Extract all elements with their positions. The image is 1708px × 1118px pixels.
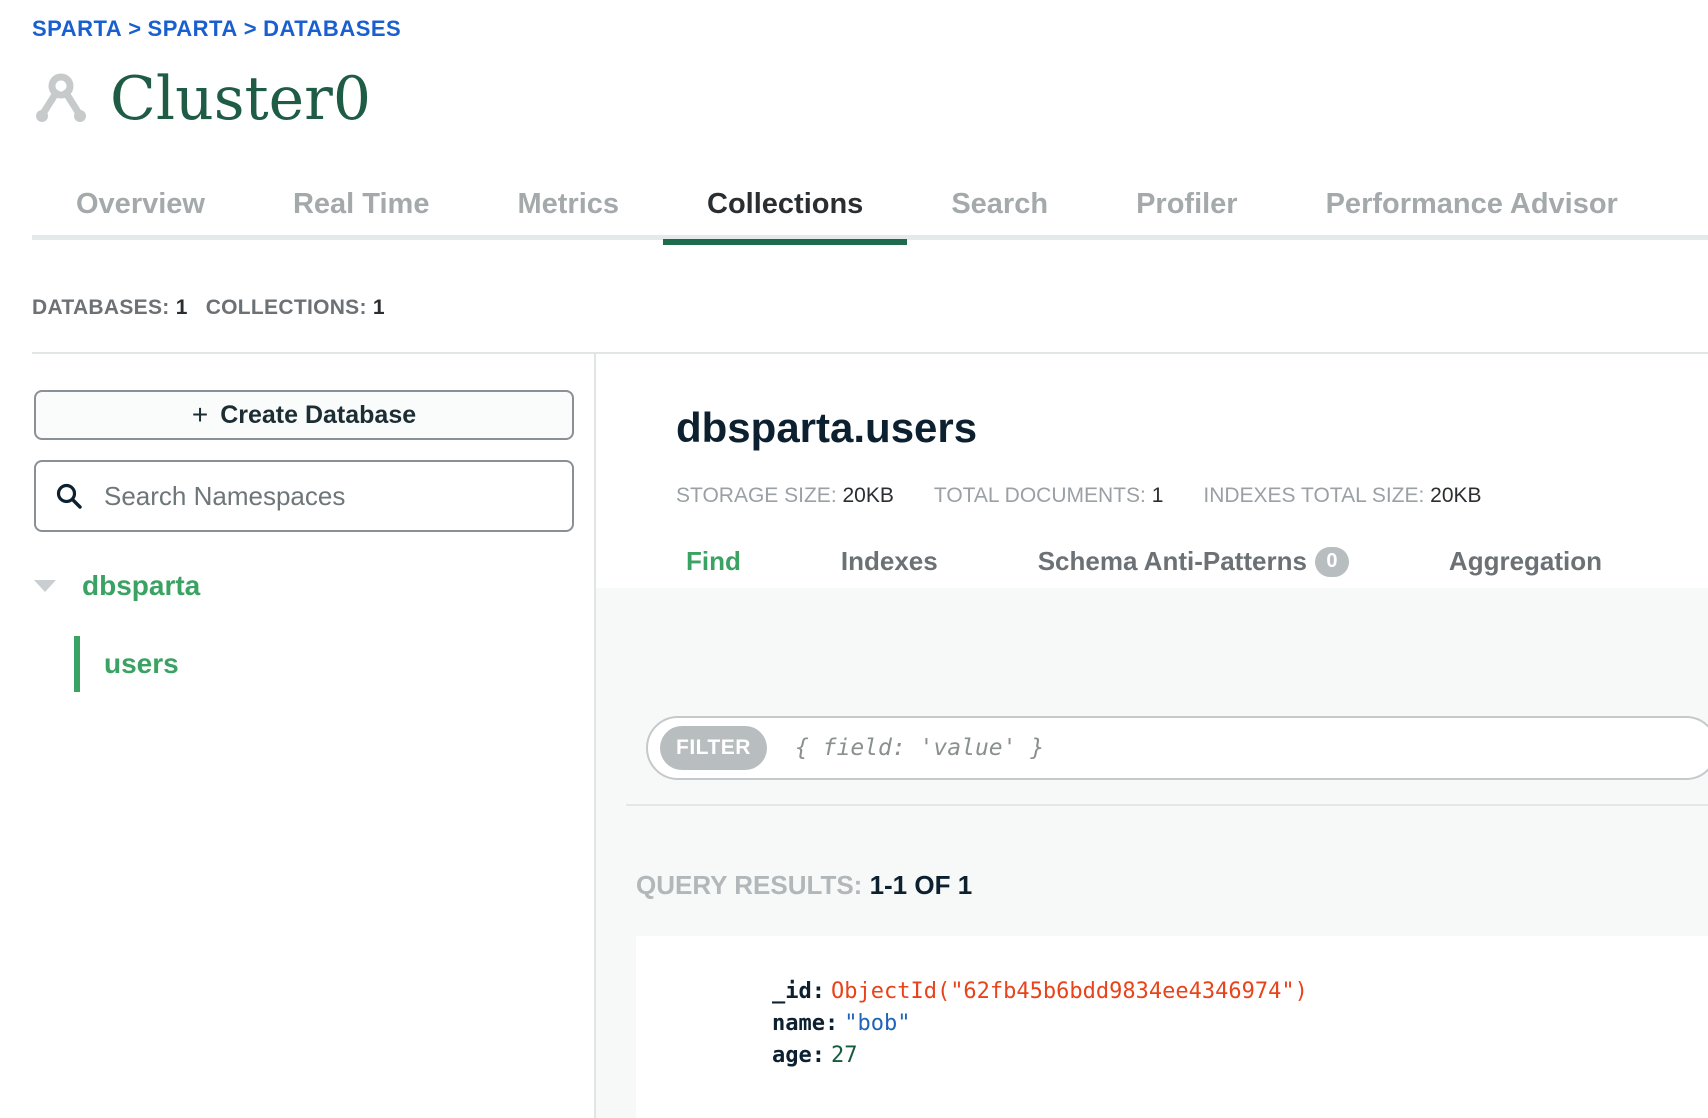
breadcrumb-item-org[interactable]: SPARTA [32,16,122,42]
divider-horizontal [32,352,1708,354]
document-field-id: _id: ObjectId("62fb45b6bdd9834ee4346974"… [772,979,1308,1004]
collection-tabs: Find Indexes Schema Anti-Patterns 0 Aggr… [686,546,1702,577]
database-name[interactable]: dbsparta [82,570,200,602]
tab-performance-advisor[interactable]: Performance Advisor [1282,184,1662,240]
filter-input[interactable] [794,735,1595,761]
breadcrumb-separator: > [128,16,142,41]
atlas-collections-page: SPARTA > SPARTA > DATABASES Cluster0 Ove… [0,0,1708,1118]
tab-metrics[interactable]: Metrics [473,184,663,240]
stat-storage-size: STORAGE SIZE: 20KB [676,484,894,507]
stat-total-documents: TOTAL DOCUMENTS: 1 [933,484,1164,507]
cluster-header: Cluster0 [34,64,371,134]
search-namespaces-input[interactable] [104,480,524,512]
collection-name[interactable]: users [104,648,179,680]
tab-search[interactable]: Search [907,184,1092,240]
breadcrumb-item-databases[interactable]: DATABASES [263,16,401,42]
create-database-label: Create Database [220,400,417,429]
tab-collections[interactable]: Collections [663,184,908,245]
search-icon [56,483,82,509]
breadcrumb: SPARTA > SPARTA > DATABASES [32,16,401,42]
divider-filter [626,804,1708,806]
caret-down-icon[interactable] [34,580,56,592]
search-namespaces-field[interactable] [34,460,574,532]
collection-item-users[interactable]: users [74,636,179,692]
database-item-dbsparta[interactable]: dbsparta [34,570,200,602]
create-database-button[interactable]: + Create Database [34,390,574,440]
cluster-icon [36,73,86,122]
plus-icon: + [191,399,209,430]
filter-bar[interactable]: FILTER [646,716,1708,780]
tab-indexes[interactable]: Indexes [841,546,938,577]
page-title: Cluster0 [110,64,372,134]
filter-label: FILTER [660,726,767,770]
tab-overview[interactable]: Overview [32,184,249,240]
stat-indexes-size: INDEXES TOTAL SIZE: 20KB [1203,484,1482,507]
tab-aggregation[interactable]: Aggregation [1449,546,1602,577]
tab-real-time[interactable]: Real Time [249,184,473,240]
document-field-name: name: "bob" [772,1011,911,1036]
databases-count: DATABASES: 1 [32,296,188,319]
namespace-counts: DATABASES: 1 COLLECTIONS: 1 [32,296,385,320]
collections-count: COLLECTIONS: 1 [205,296,385,319]
tab-profiler[interactable]: Profiler [1092,184,1282,240]
count-badge: 0 [1314,546,1349,577]
document-field-age: age: 27 [772,1043,858,1068]
document-fields: _id: ObjectId("62fb45b6bdd9834ee4346974"… [772,976,1308,1072]
namespace-title: dbsparta.users [676,404,978,451]
cluster-tabs: Overview Real Time Metrics Collections S… [32,184,1708,245]
breadcrumb-separator: > [243,16,258,41]
tab-schema-anti-patterns[interactable]: Schema Anti-Patterns 0 [1038,546,1349,577]
tab-find[interactable]: Find [686,546,741,577]
breadcrumb-item-project[interactable]: SPARTA [148,16,238,42]
collection-stats: STORAGE SIZE: 20KB TOTAL DOCUMENTS: 1 IN… [676,484,1482,508]
query-results-summary: QUERY RESULTS: 1-1 OF 1 [636,870,973,900]
